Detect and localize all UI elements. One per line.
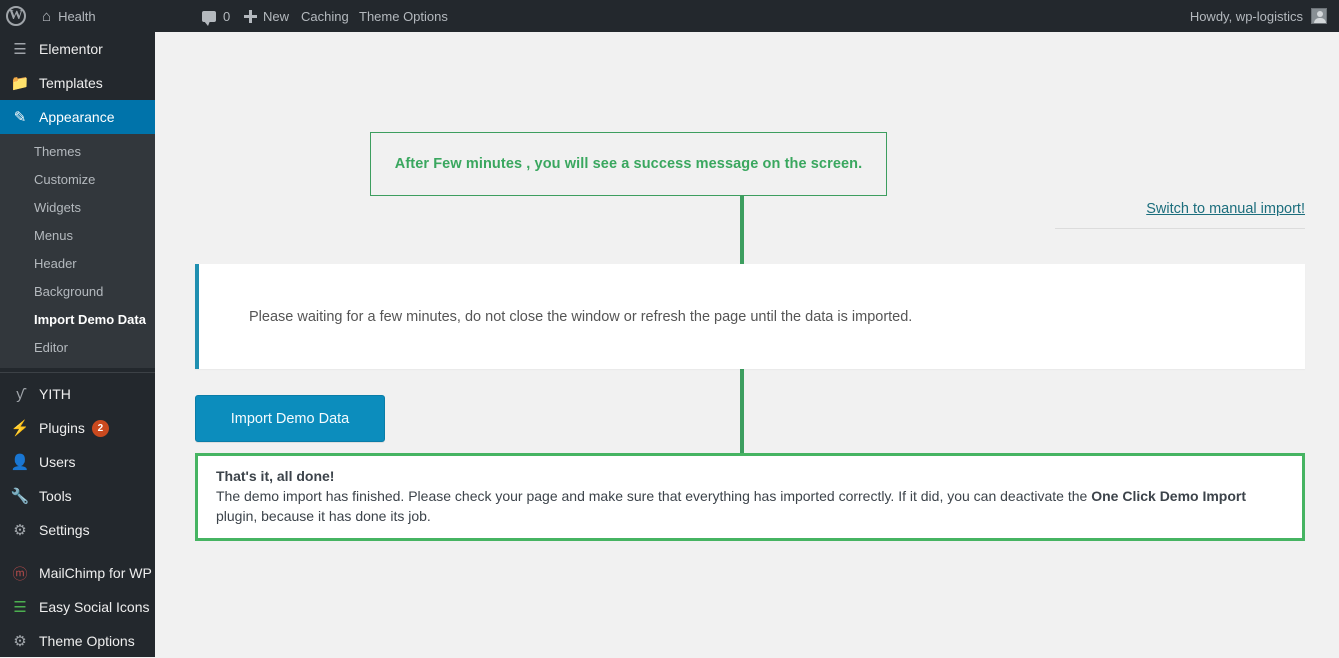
switch-manual-import-container: Switch to manual import! — [905, 200, 1305, 229]
waiting-notice-panel: Please waiting for a few minutes, do not… — [195, 264, 1305, 369]
horizontal-rule — [1055, 228, 1305, 229]
submenu-item-header[interactable]: Header — [0, 250, 155, 278]
import-success-box: That's it, all done! The demo import has… — [195, 453, 1305, 541]
adminbar-new-label: New — [263, 8, 290, 24]
submenu-item-menus[interactable]: Menus — [0, 222, 155, 250]
announcement-text: After Few minutes , you will see a succe… — [394, 156, 863, 172]
sidebar-item-label: Templates — [39, 75, 103, 91]
adminbar-theme-options[interactable]: Theme Options — [351, 0, 456, 32]
wrench-icon: 🔧 — [10, 488, 30, 505]
submenu-item-themes[interactable]: Themes — [0, 138, 155, 166]
sidebar-item-settings[interactable]: ⚙ Settings — [0, 513, 155, 547]
sidebar-item-label: Settings — [39, 522, 90, 538]
sidebar-item-tools[interactable]: 🔧 Tools — [0, 479, 155, 513]
success-body-part1: The demo import has finished. Please che… — [216, 488, 1092, 504]
user-icon: 👤 — [10, 454, 30, 471]
sliders-icon: ⚙ — [13, 522, 27, 539]
sidebar-item-yith[interactable]: ƴ YITH — [0, 377, 155, 411]
switch-to-manual-import-link[interactable]: Switch to manual import! — [1146, 201, 1305, 217]
paintbrush-icon: ✎ — [13, 109, 27, 126]
admin-sidebar: ☰ Elementor 📁 Templates ✎ Appearance The… — [0, 0, 163, 658]
success-body-part2: plugin, because it has done its job. — [216, 508, 431, 524]
submenu-item-widgets[interactable]: Widgets — [0, 194, 155, 222]
sidebar-item-label: Easy Social Icons — [39, 599, 150, 615]
submenu-item-editor[interactable]: Editor — [0, 334, 155, 362]
sidebar-item-label: MailChimp for WP — [39, 565, 152, 581]
sidebar-item-label: Theme Options — [39, 633, 135, 649]
sidebar-item-theme-options[interactable]: ⚙ Theme Options — [0, 624, 155, 658]
sidebar-item-label: Elementor — [39, 41, 103, 57]
sidebar-item-templates[interactable]: 📁 Templates — [0, 66, 155, 100]
announcement-box: After Few minutes , you will see a succe… — [370, 132, 887, 196]
sidebar-item-easy-social-icons[interactable]: ☰ Easy Social Icons — [0, 590, 155, 624]
plus-icon — [244, 9, 257, 23]
sidebar-item-elementor[interactable]: ☰ Elementor — [0, 32, 155, 66]
adminbar-caching[interactable]: Caching — [293, 0, 357, 32]
share-icon: ☰ — [13, 599, 27, 616]
admin-bar: W ⌂ Health 0 New Caching Theme Options H… — [0, 0, 1339, 32]
plug-icon: ⚡ — [10, 420, 30, 437]
submenu-item-customize[interactable]: Customize — [0, 166, 155, 194]
adminbar-new[interactable]: New — [236, 0, 297, 32]
sidebar-item-label: Tools — [39, 488, 72, 504]
adminbar-site-label: Health — [58, 8, 96, 24]
sidebar-divider — [0, 547, 155, 556]
avatar — [1311, 8, 1327, 24]
main-content: After Few minutes , you will see a succe… — [155, 32, 1339, 657]
mailchimp-icon: ⓜ — [12, 565, 28, 583]
sidebar-item-label: Users — [39, 454, 76, 470]
submenu-item-import-demo-data[interactable]: Import Demo Data — [0, 306, 155, 334]
sidebar-divider — [0, 372, 155, 373]
adminbar-theme-options-label: Theme Options — [359, 8, 448, 24]
adminbar-account[interactable]: Howdy, wp-logistics — [1182, 0, 1339, 32]
adminbar-caching-label: Caching — [301, 8, 349, 24]
sidebar-item-label: Plugins — [39, 420, 85, 436]
gear-icon: ⚙ — [13, 633, 27, 650]
sidebar-item-label: Appearance — [39, 109, 115, 125]
folder-icon: 📁 — [10, 75, 30, 92]
appearance-submenu: Themes Customize Widgets Menus Header Ba… — [0, 134, 155, 368]
success-title: That's it, all done! — [216, 468, 335, 484]
comment-bubble-icon — [202, 10, 216, 26]
import-demo-data-button-label: Import Demo Data — [230, 410, 350, 427]
wordpress-logo-icon[interactable]: W — [0, 0, 32, 32]
submenu-item-background[interactable]: Background — [0, 278, 155, 306]
adminbar-site-name[interactable]: ⌂ Health — [34, 0, 104, 32]
yith-icon: ƴ — [16, 385, 24, 403]
waiting-message: Please waiting for a few minutes, do not… — [249, 308, 913, 325]
sidebar-item-appearance[interactable]: ✎ Appearance — [0, 100, 163, 134]
sidebar-item-label: YITH — [39, 386, 71, 402]
success-body: The demo import has finished. Please che… — [216, 486, 1284, 526]
sidebar-item-users[interactable]: 👤 Users — [0, 445, 155, 479]
wp-glyph: W — [6, 6, 26, 26]
adminbar-comments[interactable]: 0 — [194, 0, 238, 32]
import-demo-data-button[interactable]: Import Demo Data — [195, 395, 385, 442]
sidebar-item-plugins[interactable]: ⚡ Plugins 2 — [0, 411, 155, 445]
plugin-name: One Click Demo Import — [1091, 488, 1247, 504]
sidebar-item-mailchimp-for-wp[interactable]: ⓜ MailChimp for WP — [0, 556, 155, 590]
elementor-icon: ☰ — [13, 41, 27, 58]
plugins-update-badge: 2 — [91, 419, 109, 437]
home-icon: ⌂ — [42, 7, 52, 25]
howdy-label: Howdy, wp-logistics — [1189, 8, 1303, 24]
comments-count: 0 — [223, 8, 231, 24]
